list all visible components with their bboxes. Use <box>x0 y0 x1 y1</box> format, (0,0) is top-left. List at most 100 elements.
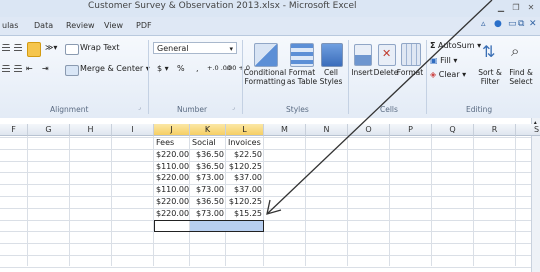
column-header-s[interactable]: S <box>516 124 540 136</box>
gridline <box>0 196 531 197</box>
gridline <box>0 184 531 186</box>
format-button[interactable]: Format <box>395 68 425 77</box>
gridline <box>0 243 531 245</box>
data-cell[interactable]: $120.25 <box>228 161 262 172</box>
minimize-ribbon-icon[interactable]: ▵ <box>481 19 486 29</box>
cell-styles-button[interactable]: Cell Styles <box>316 68 346 86</box>
window-min-icon[interactable]: ▭ <box>508 19 517 29</box>
tab-data[interactable]: Data <box>34 21 53 30</box>
gridline <box>305 136 306 266</box>
data-cell[interactable]: $36.50 <box>192 161 224 172</box>
help-icon[interactable]: ● <box>494 19 502 29</box>
window-restore-icon[interactable]: ⧉ <box>518 19 524 29</box>
data-cell[interactable]: $120.25 <box>228 196 262 207</box>
decrease-indent-icon[interactable]: ⇤ <box>26 64 33 73</box>
insert-cells-icon <box>354 44 372 66</box>
gridline <box>0 255 531 256</box>
autosum-button[interactable]: Σ AutoSum ▾ <box>430 41 481 50</box>
comma-button[interactable]: , <box>196 64 199 73</box>
data-cell[interactable]: $73.00 <box>192 208 224 219</box>
minimize-icon[interactable]: ▁ <box>496 3 506 13</box>
column-header-f[interactable]: F <box>0 124 28 136</box>
data-cell[interactable]: $22.50 <box>228 149 262 160</box>
percent-button[interactable]: % <box>177 64 185 73</box>
gridline <box>189 136 190 266</box>
restore-icon[interactable]: ❐ <box>511 3 521 13</box>
align-center-icon[interactable] <box>14 44 22 53</box>
find-select-button[interactable]: Find & Select <box>505 68 537 86</box>
data-cell[interactable]: $36.50 <box>192 196 224 207</box>
wrap-text-button[interactable]: Wrap Text <box>80 43 120 52</box>
data-cell[interactable]: $15.25 <box>228 208 262 219</box>
cells-group-label: Cells <box>380 105 398 114</box>
alignment-launcher-icon[interactable]: ⌟ <box>138 104 141 111</box>
title-bar: Customer Survey & Observation 2013.xlsx … <box>0 0 540 17</box>
data-cell[interactable]: $220.00 <box>156 149 189 160</box>
merge-center-icon <box>65 65 79 76</box>
data-cell[interactable]: $220.00 <box>156 196 189 207</box>
column-header-n[interactable]: N <box>306 124 348 136</box>
data-cell[interactable]: $220.00 <box>156 208 189 219</box>
tab-formulas[interactable]: ulas <box>2 21 18 30</box>
active-selection[interactable] <box>154 219 264 233</box>
header-cell-j[interactable]: Fees <box>156 137 188 148</box>
format-as-table-icon <box>290 43 314 67</box>
column-header-k[interactable]: K <box>190 124 226 136</box>
currency-button[interactable]: $ ▾ <box>157 64 169 73</box>
number-format-combo[interactable]: General ▾ <box>153 42 237 54</box>
data-cell[interactable]: $37.00 <box>228 172 262 183</box>
data-cell[interactable]: $110.00 <box>156 161 189 172</box>
binoculars-icon: ⌕ <box>511 42 520 60</box>
column-header-r[interactable]: R <box>474 124 516 136</box>
data-cell[interactable]: $36.50 <box>192 149 224 160</box>
column-header-h[interactable]: H <box>70 124 112 136</box>
chevron-down-icon: ▾ <box>229 45 233 53</box>
close-icon[interactable]: ✕ <box>526 3 536 13</box>
conditional-formatting-button[interactable]: Conditional Formatting <box>243 68 287 86</box>
tab-review[interactable]: Review <box>66 21 95 30</box>
fill-button[interactable]: ▣ Fill ▾ <box>430 56 457 65</box>
tab-view[interactable]: View <box>104 21 123 30</box>
align-left-icon[interactable] <box>2 44 10 53</box>
gridline <box>0 266 531 268</box>
clear-button[interactable]: ◈ Clear ▾ <box>430 70 466 79</box>
column-header-j[interactable]: J <box>154 124 190 136</box>
merge-center-button[interactable]: Merge & Center ▾ <box>80 64 150 73</box>
data-cell[interactable]: $73.00 <box>192 184 224 195</box>
header-cell-k[interactable]: Social <box>192 137 224 148</box>
data-cell[interactable]: $110.00 <box>156 184 189 195</box>
data-cell[interactable]: $73.00 <box>192 172 224 183</box>
window-close-icon[interactable]: ✕ <box>529 19 537 29</box>
delete-cells-icon: ✕ <box>378 44 396 66</box>
gridline <box>69 136 70 266</box>
center-icon[interactable] <box>14 65 22 74</box>
number-launcher-icon[interactable]: ⌟ <box>232 104 235 111</box>
sort-filter-button[interactable]: Sort & Filter <box>474 68 506 86</box>
justify-icon[interactable] <box>2 65 10 74</box>
header-cell-l[interactable]: Invoices <box>228 137 262 148</box>
align-right-icon[interactable] <box>27 42 41 57</box>
wrap-text-icon <box>65 44 79 55</box>
worksheet-grid[interactable]: ▲ ▼ FGHIJKLMNOPQRS Fees Social Invoices $220… <box>0 118 540 272</box>
gridline <box>225 136 226 266</box>
gridline <box>263 136 264 266</box>
column-header-l[interactable]: L <box>226 124 264 136</box>
conditional-formatting-icon <box>254 43 278 67</box>
increase-indent-icon[interactable]: ⇥ <box>42 64 49 73</box>
column-header-q[interactable]: Q <box>432 124 474 136</box>
column-header-p[interactable]: P <box>390 124 432 136</box>
gridline <box>153 136 154 266</box>
column-header-o[interactable]: O <box>348 124 390 136</box>
column-header-i[interactable]: I <box>112 124 154 136</box>
data-cell[interactable]: $37.00 <box>228 184 262 195</box>
gridline <box>0 160 531 162</box>
ribbon-tabs: ulas Data Review View PDF <box>0 17 540 36</box>
orientation-icon[interactable]: ≫▾ <box>45 43 57 52</box>
gridline <box>0 231 531 233</box>
column-header-g[interactable]: G <box>28 124 70 136</box>
data-cell[interactable]: $220.00 <box>156 172 189 183</box>
tab-pdf[interactable]: PDF <box>136 21 152 30</box>
vertical-scrollbar[interactable]: ▲ ▼ <box>531 118 540 272</box>
column-header-m[interactable]: M <box>264 124 306 136</box>
gridline <box>0 207 531 209</box>
